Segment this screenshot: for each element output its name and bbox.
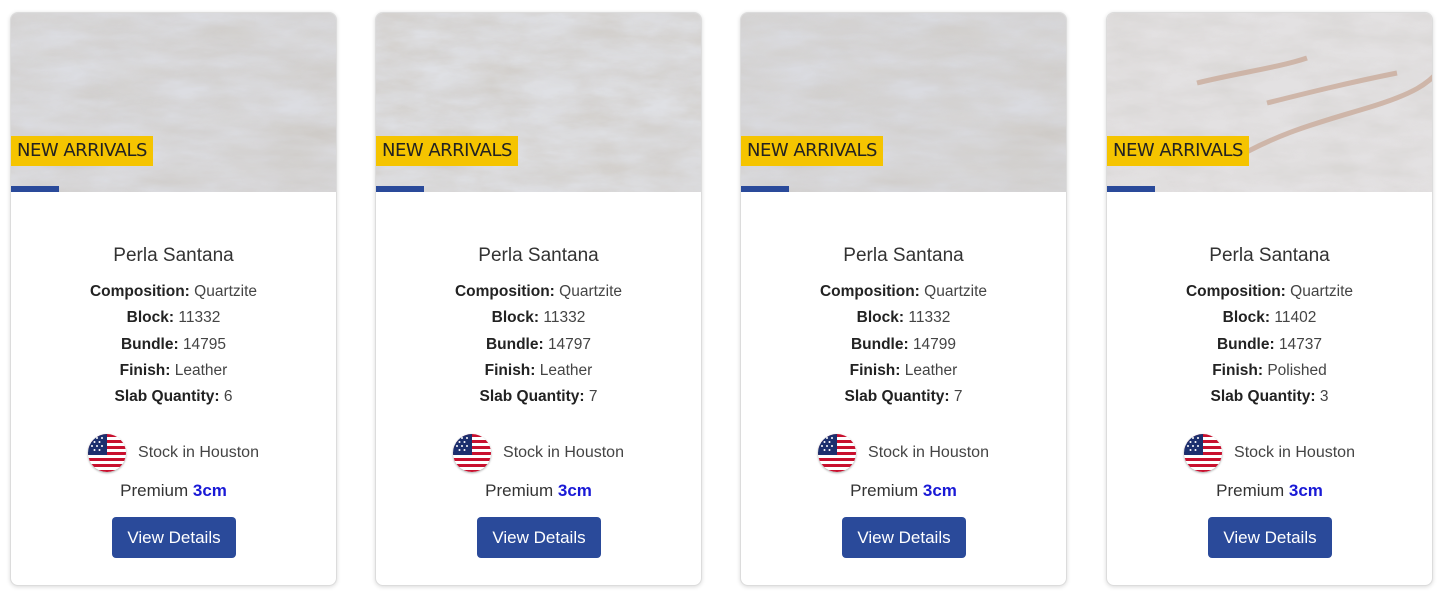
brand-logo-tag [376, 186, 424, 192]
product-title: Perla Santana [1209, 245, 1330, 266]
us-flag-icon [453, 434, 492, 472]
spec-block: Block: 11332 [126, 309, 221, 326]
product-title: Perla Santana [478, 245, 599, 266]
product-title: Perla Santana [113, 245, 234, 266]
stock-location: Stock in Houston [1107, 433, 1432, 473]
stock-text: Stock in Houston [503, 444, 624, 461]
product-card[interactable]: NEW ARRIVALS Perla Santana Composition: … [1106, 12, 1433, 586]
spec-finish: Finish: Leather [119, 362, 228, 379]
stock-location: Stock in Houston [741, 433, 1066, 473]
spec-block: Block: 11332 [856, 309, 951, 326]
spec-bundle: Bundle: 14795 [120, 336, 227, 353]
view-details-button[interactable]: View Details [1208, 517, 1332, 558]
product-card[interactable]: NEW ARRIVALS Perla Santana Composition: … [10, 12, 337, 586]
spec-slab-quantity: Slab Quantity: 3 [1210, 388, 1329, 405]
brand-logo-tag [1107, 186, 1155, 192]
product-card[interactable]: NEW ARRIVALS Perla Santana Composition: … [375, 12, 702, 586]
product-title: Perla Santana [843, 245, 964, 266]
new-arrivals-badge: NEW ARRIVALS [11, 136, 153, 166]
spec-composition: Composition: Quartzite [454, 283, 623, 300]
brand-logo-tag [741, 186, 789, 192]
product-card[interactable]: NEW ARRIVALS Perla Santana Composition: … [740, 12, 1067, 586]
grade-thickness: Premium 3cm [485, 481, 592, 500]
spec-slab-quantity: Slab Quantity: 7 [844, 388, 963, 405]
spec-composition: Composition: Quartzite [89, 283, 258, 300]
stock-text: Stock in Houston [868, 444, 989, 461]
us-flag-icon [1184, 434, 1223, 472]
grade-thickness: Premium 3cm [120, 481, 227, 500]
stock-location: Stock in Houston [11, 433, 336, 473]
view-details-button[interactable]: View Details [477, 517, 601, 558]
stock-location: Stock in Houston [376, 433, 701, 473]
spec-finish: Finish: Leather [849, 362, 958, 379]
new-arrivals-badge: NEW ARRIVALS [376, 136, 518, 166]
brand-logo-tag [11, 186, 59, 192]
view-details-button[interactable]: View Details [112, 517, 236, 558]
spec-slab-quantity: Slab Quantity: 6 [114, 388, 233, 405]
spec-bundle: Bundle: 14799 [850, 336, 957, 353]
stock-text: Stock in Houston [1234, 444, 1355, 461]
spec-block: Block: 11332 [491, 309, 586, 326]
us-flag-icon [818, 434, 857, 472]
stock-text: Stock in Houston [138, 444, 259, 461]
view-details-button[interactable]: View Details [842, 517, 966, 558]
new-arrivals-badge: NEW ARRIVALS [741, 136, 883, 166]
spec-composition: Composition: Quartzite [1185, 283, 1354, 300]
grade-thickness: Premium 3cm [1216, 481, 1323, 500]
spec-composition: Composition: Quartzite [819, 283, 988, 300]
spec-block: Block: 11402 [1222, 309, 1317, 326]
spec-finish: Finish: Polished [1212, 362, 1327, 379]
spec-finish: Finish: Leather [484, 362, 593, 379]
spec-bundle: Bundle: 14737 [1216, 336, 1323, 353]
us-flag-icon [88, 434, 127, 472]
new-arrivals-badge: NEW ARRIVALS [1107, 136, 1249, 166]
grade-thickness: Premium 3cm [850, 481, 957, 500]
spec-bundle: Bundle: 14797 [485, 336, 592, 353]
spec-slab-quantity: Slab Quantity: 7 [479, 388, 598, 405]
